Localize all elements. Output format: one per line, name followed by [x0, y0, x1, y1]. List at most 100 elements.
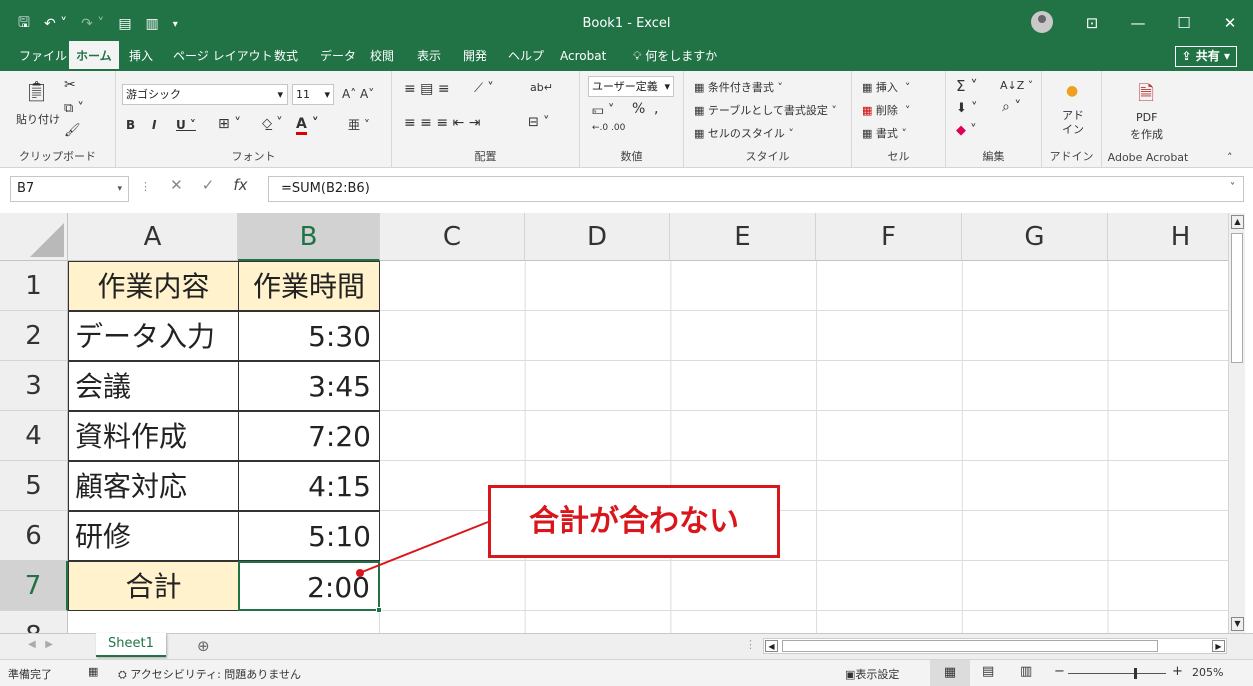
cell-a2[interactable]: データ入力	[68, 311, 239, 361]
currency-icon[interactable]: 💴︎ ˅	[592, 103, 614, 118]
tab-formulas[interactable]: 数式	[267, 41, 305, 71]
row-header-3[interactable]: 3	[0, 361, 68, 411]
select-all-button[interactable]	[0, 213, 68, 261]
cell-b4[interactable]: 7:20	[238, 411, 380, 461]
format-as-table-button[interactable]: ▦ テーブルとして書式設定 ˅	[694, 102, 837, 118]
column-header-h[interactable]: H	[1108, 213, 1228, 261]
cell-a4[interactable]: 資料作成	[68, 411, 239, 461]
tab-splitter-icon[interactable]: ⋮	[745, 638, 756, 651]
create-pdf-label-1[interactable]: PDF	[1136, 111, 1157, 124]
zoom-slider[interactable]	[1068, 668, 1166, 679]
font-size-select[interactable]: 11 ▾	[292, 84, 334, 105]
collapse-ribbon-icon[interactable]: ˄	[1227, 151, 1233, 164]
enter-icon[interactable]: ✓	[202, 176, 215, 194]
column-header-g[interactable]: G	[962, 213, 1108, 261]
share-button[interactable]: ⇪ 共有 ▾	[1174, 46, 1237, 67]
zoom-slider-thumb[interactable]	[1134, 668, 1137, 679]
cut-icon[interactable]: ✂	[64, 77, 76, 93]
format-painter-icon[interactable]: 🖌︎	[64, 123, 81, 138]
row-header-7[interactable]: 7	[0, 561, 68, 611]
cell-b2[interactable]: 5:30	[238, 311, 380, 361]
cell-a7[interactable]: 合計	[68, 561, 239, 611]
format-cells-button[interactable]: ▦ 書式 ˅	[862, 125, 907, 141]
create-pdf-label-2[interactable]: を作成	[1130, 126, 1163, 142]
tab-acrobat[interactable]: Acrobat	[553, 41, 613, 71]
wrap-text-icon[interactable]: ab↵	[530, 81, 553, 94]
empty-row-8[interactable]	[68, 611, 380, 633]
scroll-left-icon[interactable]: ◀	[765, 640, 778, 652]
minimize-icon[interactable]: —	[1115, 14, 1161, 32]
scroll-right-icon[interactable]: ▶	[1212, 640, 1225, 652]
find-select-icon[interactable]: ⌕ ˅	[1002, 99, 1021, 115]
cell-a6[interactable]: 研修	[68, 511, 239, 561]
tab-home[interactable]: ホーム	[69, 41, 119, 71]
paste-icon[interactable]: 📋︎	[24, 79, 49, 103]
cell-styles-button[interactable]: ▦ セルのスタイル ˅	[694, 125, 794, 141]
tab-file[interactable]: ファイル	[12, 41, 74, 71]
tab-help[interactable]: ヘルプ	[501, 41, 551, 71]
sheet-tab-sheet1[interactable]: Sheet1	[96, 633, 166, 657]
column-header-e[interactable]: E	[670, 213, 816, 261]
tab-page-layout[interactable]: ページ レイアウト	[166, 41, 280, 71]
tab-insert[interactable]: 挿入	[122, 41, 160, 71]
tab-data[interactable]: データ	[313, 41, 363, 71]
horizontal-scrollbar[interactable]: ◀ ▶	[763, 638, 1227, 654]
insert-function-icon[interactable]: fx	[233, 176, 247, 194]
orientation-icon[interactable]: ⟋ ˅	[474, 81, 494, 96]
insert-cells-button[interactable]: ▦ 挿入 ˅	[862, 79, 910, 95]
normal-view-icon[interactable]: ▦	[930, 660, 970, 686]
accessibility-status[interactable]: ⛭ アクセシビリティ: 問題ありません	[118, 666, 301, 682]
column-header-f[interactable]: F	[816, 213, 962, 261]
sheet-nav-icons[interactable]: ◀ ▶	[28, 639, 53, 650]
row-header-6[interactable]: 6	[0, 511, 68, 561]
font-name-select[interactable]: 游ゴシック ▾	[122, 84, 288, 105]
close-icon[interactable]: ✕	[1207, 14, 1253, 32]
expand-formula-icon[interactable]: ˅	[1230, 182, 1235, 193]
cell-b5[interactable]: 4:15	[238, 461, 380, 511]
decimal-icons[interactable]: ←.0 .00	[592, 123, 625, 133]
phonetic-icon[interactable]: 亜 ˅	[348, 116, 370, 133]
fill-color-icon[interactable]: ◇̲ ˅	[262, 116, 283, 131]
row-header-8[interactable]: 8	[0, 611, 68, 633]
tab-view[interactable]: 表示	[410, 41, 448, 71]
cell-a5[interactable]: 顧客対応	[68, 461, 239, 511]
cell-b3[interactable]: 3:45	[238, 361, 380, 411]
paste-button[interactable]: 貼り付け	[16, 111, 60, 127]
row-header-4[interactable]: 4	[0, 411, 68, 461]
merge-center-icon[interactable]: ⊟ ˅	[528, 115, 550, 130]
tell-me-search[interactable]: 💡︎ 何をしますか	[626, 41, 724, 71]
vertical-align-icons[interactable]: ≡ ▤ ≡	[404, 81, 450, 97]
cell-a1[interactable]: 作業内容	[68, 261, 239, 311]
scroll-up-icon[interactable]: ▲	[1231, 215, 1244, 229]
create-pdf-icon[interactable]: 🗎︎	[1138, 79, 1154, 113]
row-header-2[interactable]: 2	[0, 311, 68, 361]
cell-b1[interactable]: 作業時間	[238, 261, 380, 311]
row-header-1[interactable]: 1	[0, 261, 68, 311]
name-box[interactable]: B7 ▾	[10, 176, 129, 202]
column-header-a[interactable]: A	[68, 213, 238, 261]
horizontal-align-icons[interactable]: ≡ ≡ ≡ ⇤ ⇥	[404, 115, 480, 131]
maximize-icon[interactable]: ☐	[1161, 14, 1207, 32]
vertical-scroll-thumb[interactable]	[1231, 233, 1243, 363]
page-layout-view-icon[interactable]: ▤	[982, 664, 994, 679]
borders-icon[interactable]: ⊞ ˅	[218, 116, 241, 132]
zoom-in-icon[interactable]: +	[1172, 664, 1183, 679]
horizontal-scroll-thumb[interactable]	[782, 640, 1158, 652]
add-sheet-icon[interactable]: ⊕	[197, 637, 210, 655]
font-grow-shrink-icon[interactable]: A˄ A˅	[342, 87, 374, 101]
page-break-view-icon[interactable]: ▥	[1020, 664, 1032, 679]
cell-a3[interactable]: 会議	[68, 361, 239, 411]
macro-record-icon[interactable]: ▦	[88, 665, 98, 678]
addins-button[interactable]: アド イン	[1062, 109, 1084, 137]
column-header-d[interactable]: D	[525, 213, 670, 261]
sort-filter-icon[interactable]: A↓Z ˅	[1000, 79, 1033, 92]
conditional-formatting-button[interactable]: ▦ 条件付き書式 ˅	[694, 79, 783, 95]
empty-cells-area[interactable]	[380, 261, 1228, 633]
italic-icon[interactable]: I	[152, 118, 156, 132]
clear-icon[interactable]: ◆ ˅	[956, 123, 977, 138]
comma-icon[interactable]: ,	[654, 101, 658, 117]
vertical-scrollbar[interactable]: ▲ ▼	[1228, 213, 1245, 633]
ribbon-display-icon[interactable]: ⊡	[1069, 14, 1115, 32]
zoom-level[interactable]: 205%	[1192, 666, 1223, 679]
addins-icon[interactable]: ●	[1066, 83, 1078, 99]
